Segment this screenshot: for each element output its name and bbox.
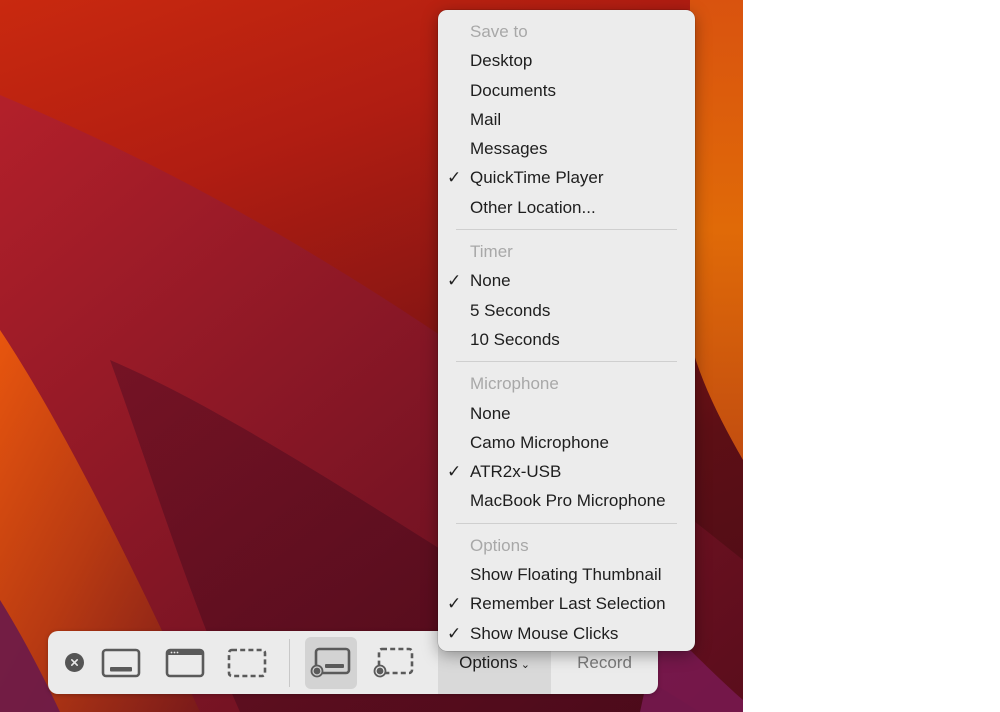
checkmark-icon: ✓ <box>447 623 462 643</box>
options-label: Options <box>459 652 518 672</box>
capture-window-button[interactable] <box>159 637 211 689</box>
menu-header-microphone: Microphone <box>470 374 559 394</box>
menu-item-label: Remember Last Selection <box>470 594 666 614</box>
record-selection-icon <box>373 647 414 678</box>
menu-separator <box>456 229 677 231</box>
capture-selection-button[interactable] <box>221 637 273 689</box>
options-menu: Save to Desktop Documents Mail Messages … <box>438 10 695 651</box>
menu-item-camo-microphone[interactable]: Camo Microphone <box>438 428 695 457</box>
menu-item-remember-last-selection[interactable]: ✓ Remember Last Selection <box>438 589 695 618</box>
menu-separator <box>456 522 677 524</box>
close-icon <box>70 658 79 667</box>
menu-item-label: 5 Seconds <box>470 300 551 320</box>
menu-item-label: None <box>470 271 511 291</box>
menu-item-other-location[interactable]: Other Location... <box>438 193 695 222</box>
menu-item-label: QuickTime Player <box>470 168 604 188</box>
menu-item-label: Documents <box>470 80 556 100</box>
menu-item-documents[interactable]: Documents <box>438 76 695 105</box>
menu-item-label: 10 Seconds <box>470 329 560 349</box>
menu-item-show-mouse-clicks[interactable]: ✓ Show Mouse Clicks <box>438 619 695 648</box>
menu-item-mail[interactable]: Mail <box>438 105 695 134</box>
menu-header-save-to: Save to <box>470 22 528 41</box>
menu-separator <box>456 361 677 363</box>
menu-item-quicktime-player[interactable]: ✓ QuickTime Player <box>438 163 695 192</box>
menu-header-options: Options <box>470 535 529 555</box>
menu-item-show-floating-thumbnail[interactable]: Show Floating Thumbnail <box>438 560 695 589</box>
checkmark-icon: ✓ <box>447 168 462 188</box>
menu-item-desktop[interactable]: Desktop <box>438 46 695 75</box>
checkmark-icon: ✓ <box>447 271 462 291</box>
menu-item-messages[interactable]: Messages <box>438 134 695 163</box>
window-icon <box>165 648 205 678</box>
menu-item-atr2x-usb[interactable]: ✓ ATR2x-USB <box>438 457 695 486</box>
chevron-down-icon: ⌄ <box>520 659 530 671</box>
record-screen-icon <box>310 647 351 678</box>
menu-item-5-seconds[interactable]: 5 Seconds <box>438 296 695 325</box>
menu-item-mic-none[interactable]: None <box>438 399 695 428</box>
toolbar-divider <box>289 639 290 687</box>
checkmark-icon: ✓ <box>447 462 462 482</box>
checkmark-icon: ✓ <box>447 594 462 614</box>
menu-item-label: Mail <box>470 109 502 129</box>
entire-screen-icon <box>101 648 141 678</box>
record-label: Record <box>577 652 632 672</box>
menu-item-macbook-pro-microphone[interactable]: MacBook Pro Microphone <box>438 486 695 515</box>
menu-item-label: Show Floating Thumbnail <box>470 565 662 585</box>
menu-item-label: MacBook Pro Microphone <box>470 491 666 511</box>
menu-item-label: Show Mouse Clicks <box>470 623 619 643</box>
menu-item-10-seconds[interactable]: 10 Seconds <box>438 325 695 354</box>
selection-icon <box>227 648 267 678</box>
record-entire-screen-button[interactable] <box>305 637 357 689</box>
menu-item-label: Messages <box>470 139 548 159</box>
menu-item-label: Camo Microphone <box>470 432 609 452</box>
blank-area <box>743 0 1000 712</box>
close-button[interactable] <box>65 653 84 672</box>
record-selection-button[interactable] <box>368 637 420 689</box>
menu-header-timer: Timer <box>470 242 513 262</box>
menu-item-timer-none[interactable]: ✓ None <box>438 266 695 295</box>
menu-item-label: Other Location... <box>470 197 596 217</box>
menu-item-label: None <box>470 403 511 423</box>
menu-item-label: Desktop <box>470 51 533 71</box>
menu-item-label: ATR2x-USB <box>470 462 562 482</box>
capture-entire-screen-button[interactable] <box>95 637 147 689</box>
